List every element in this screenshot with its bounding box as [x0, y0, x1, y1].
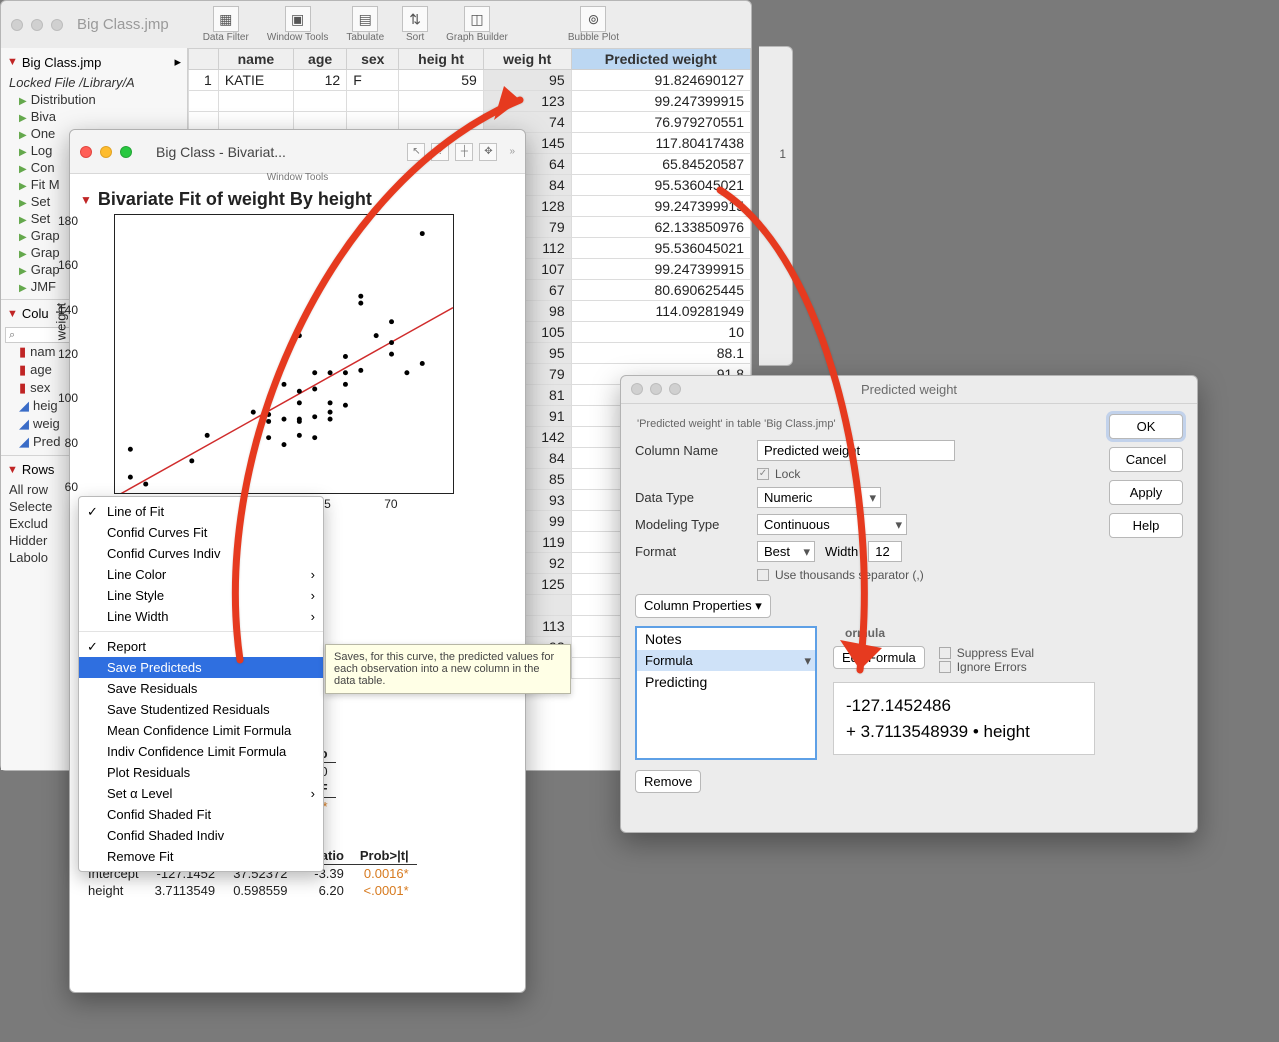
menu-item-confid-curves-indiv[interactable]: Confid Curves Indiv	[79, 543, 323, 564]
properties-list[interactable]: NotesFormulaPredicting	[635, 626, 817, 760]
fit-line-context-menu[interactable]: Line of FitConfid Curves FitConfid Curve…	[78, 496, 324, 872]
menu-item-line-color[interactable]: Line Color	[79, 564, 323, 585]
arrow-tool-icon[interactable]: ↖	[407, 143, 425, 161]
thousands-checkbox[interactable]: Use thousands separator (,)	[757, 568, 924, 582]
menu-item-line-style[interactable]: Line Style	[79, 585, 323, 606]
ok-button[interactable]: OK	[1109, 414, 1183, 439]
column-header[interactable]: Predicted weight	[571, 49, 750, 70]
width-input[interactable]	[868, 541, 902, 562]
zoom-icon	[51, 19, 63, 31]
scatter-chart[interactable]: 5055606570	[114, 214, 454, 494]
bivariate-toolbar: ↖ ? ┼ ✥ »	[407, 143, 515, 161]
column-info-dialog: Predicted weight 'Predicted weight' in t…	[620, 375, 1198, 833]
column-properties-button[interactable]: Column Properties ▾	[635, 594, 771, 618]
script-item[interactable]: ▶Biva	[5, 108, 183, 125]
menu-item-confid-shaded-indiv[interactable]: Confid Shaded Indiv	[79, 825, 323, 846]
apply-button[interactable]: Apply	[1109, 480, 1183, 505]
column-name-label: Column Name	[635, 443, 747, 458]
y-axis-label: weight	[53, 303, 68, 341]
table-row[interactable]: 12399.247399915	[189, 91, 751, 112]
menu-item-remove-fit[interactable]: Remove Fit	[79, 846, 323, 867]
property-item[interactable]: Notes	[637, 628, 815, 650]
background-window-edge: 1	[759, 46, 793, 366]
lock-checkbox[interactable]: ✓Lock	[757, 467, 800, 481]
menu-item-save-residuals[interactable]: Save Residuals	[79, 678, 323, 699]
window-title: Big Class.jmp	[77, 16, 169, 33]
menu-item-report[interactable]: Report	[79, 636, 323, 657]
move-tool-icon[interactable]: ✥	[479, 143, 497, 161]
remove-property-button[interactable]: Remove	[635, 770, 701, 793]
formula-section-label: ormula	[845, 626, 1095, 640]
menu-item-set-level[interactable]: Set α Level	[79, 783, 323, 804]
data-type-select[interactable]: Numeric	[757, 487, 881, 508]
modeling-type-label: Modeling Type	[635, 517, 747, 532]
width-label: Width	[825, 544, 858, 559]
menu-item-line-of-fit[interactable]: Line of Fit	[79, 501, 323, 522]
menu-item-line-width[interactable]: Line Width	[79, 606, 323, 627]
menu-item-save-predicteds[interactable]: Save Predicteds	[79, 657, 323, 678]
crosshair-tool-icon[interactable]: ┼	[455, 143, 473, 161]
bivariate-heading[interactable]: ▼Bivariate Fit of weight By height	[80, 189, 515, 210]
y-ticks: 1801601401201008060	[48, 214, 78, 494]
tool-tabulate[interactable]: ▤Tabulate	[340, 6, 390, 43]
tool-window-tools[interactable]: ▣Window Tools	[261, 6, 335, 43]
format-label: Format	[635, 544, 747, 559]
column-header[interactable]: age	[293, 49, 346, 70]
tool-sort[interactable]: ⇅Sort	[396, 6, 434, 43]
toolbar-sublabel: Window Tools	[70, 172, 525, 183]
table-panel-header[interactable]: ▼Big Class.jmp▸	[5, 50, 183, 74]
main-titlebar: Big Class.jmp ▦Data Filter ▣Window Tools…	[1, 1, 751, 48]
column-header[interactable]: weig ht	[483, 49, 571, 70]
menu-item-plot-residuals[interactable]: Plot Residuals	[79, 762, 323, 783]
column-header[interactable]: name	[218, 49, 293, 70]
menu-item-confid-curves-fit[interactable]: Confid Curves Fit	[79, 522, 323, 543]
tool-graph-builder[interactable]: ◫Graph Builder	[440, 6, 514, 43]
save-predicteds-tooltip: Saves, for this curve, the predicted val…	[325, 644, 571, 694]
column-header[interactable]: heig ht	[399, 49, 483, 70]
minimize-icon	[31, 19, 43, 31]
locked-file-label: Locked File /Library/A	[5, 74, 183, 91]
close-icon	[631, 383, 643, 395]
close-icon[interactable]	[80, 146, 92, 158]
data-type-label: Data Type	[635, 490, 747, 505]
format-select[interactable]: Best	[757, 541, 815, 562]
dialog-title: Predicted weight	[621, 376, 1197, 404]
menu-item-indiv-confidence-limit-formula[interactable]: Indiv Confidence Limit Formula	[79, 741, 323, 762]
suppress-eval-checkbox[interactable]: Suppress Eval	[939, 646, 1034, 660]
traffic-lights-disabled	[11, 19, 63, 31]
table-row[interactable]: 1KATIE12F599591.824690127	[189, 70, 751, 91]
property-item[interactable]: Formula	[637, 650, 815, 671]
zoom-icon	[669, 383, 681, 395]
column-header[interactable]: sex	[347, 49, 399, 70]
help-tool-icon[interactable]: ?	[431, 143, 449, 161]
main-toolbar: ▦Data Filter ▣Window Tools ▤Tabulate ⇅So…	[197, 6, 625, 43]
column-name-input[interactable]	[757, 440, 955, 461]
bivariate-title: Big Class - Bivariat...	[156, 144, 397, 160]
tool-bubble-plot[interactable]: ⊚Bubble Plot	[562, 6, 625, 43]
minimize-icon[interactable]	[100, 146, 112, 158]
column-header[interactable]	[189, 49, 219, 70]
minimize-icon	[650, 383, 662, 395]
ignore-errors-checkbox[interactable]: Ignore Errors	[939, 660, 1034, 674]
zoom-icon[interactable]	[120, 146, 132, 158]
formula-preview: -127.1452486 + 3.7113548939 • height	[833, 682, 1095, 755]
modeling-type-select[interactable]: Continuous	[757, 514, 907, 535]
script-item[interactable]: ▶Distribution	[5, 91, 183, 108]
menu-item-confid-shaded-fit[interactable]: Confid Shaded Fit	[79, 804, 323, 825]
traffic-lights[interactable]	[80, 146, 132, 158]
close-icon	[11, 19, 23, 31]
dialog-hint: 'Predicted weight' in table 'Big Class.j…	[637, 418, 1095, 430]
menu-item-mean-confidence-limit-formula[interactable]: Mean Confidence Limit Formula	[79, 720, 323, 741]
tool-data-filter[interactable]: ▦Data Filter	[197, 6, 255, 43]
menu-item-save-studentized-residuals[interactable]: Save Studentized Residuals	[79, 699, 323, 720]
help-button[interactable]: Help	[1109, 513, 1183, 538]
property-item[interactable]: Predicting	[637, 671, 815, 693]
cancel-button[interactable]: Cancel	[1109, 447, 1183, 472]
edit-formula-button[interactable]: Edit Formula	[833, 646, 925, 669]
